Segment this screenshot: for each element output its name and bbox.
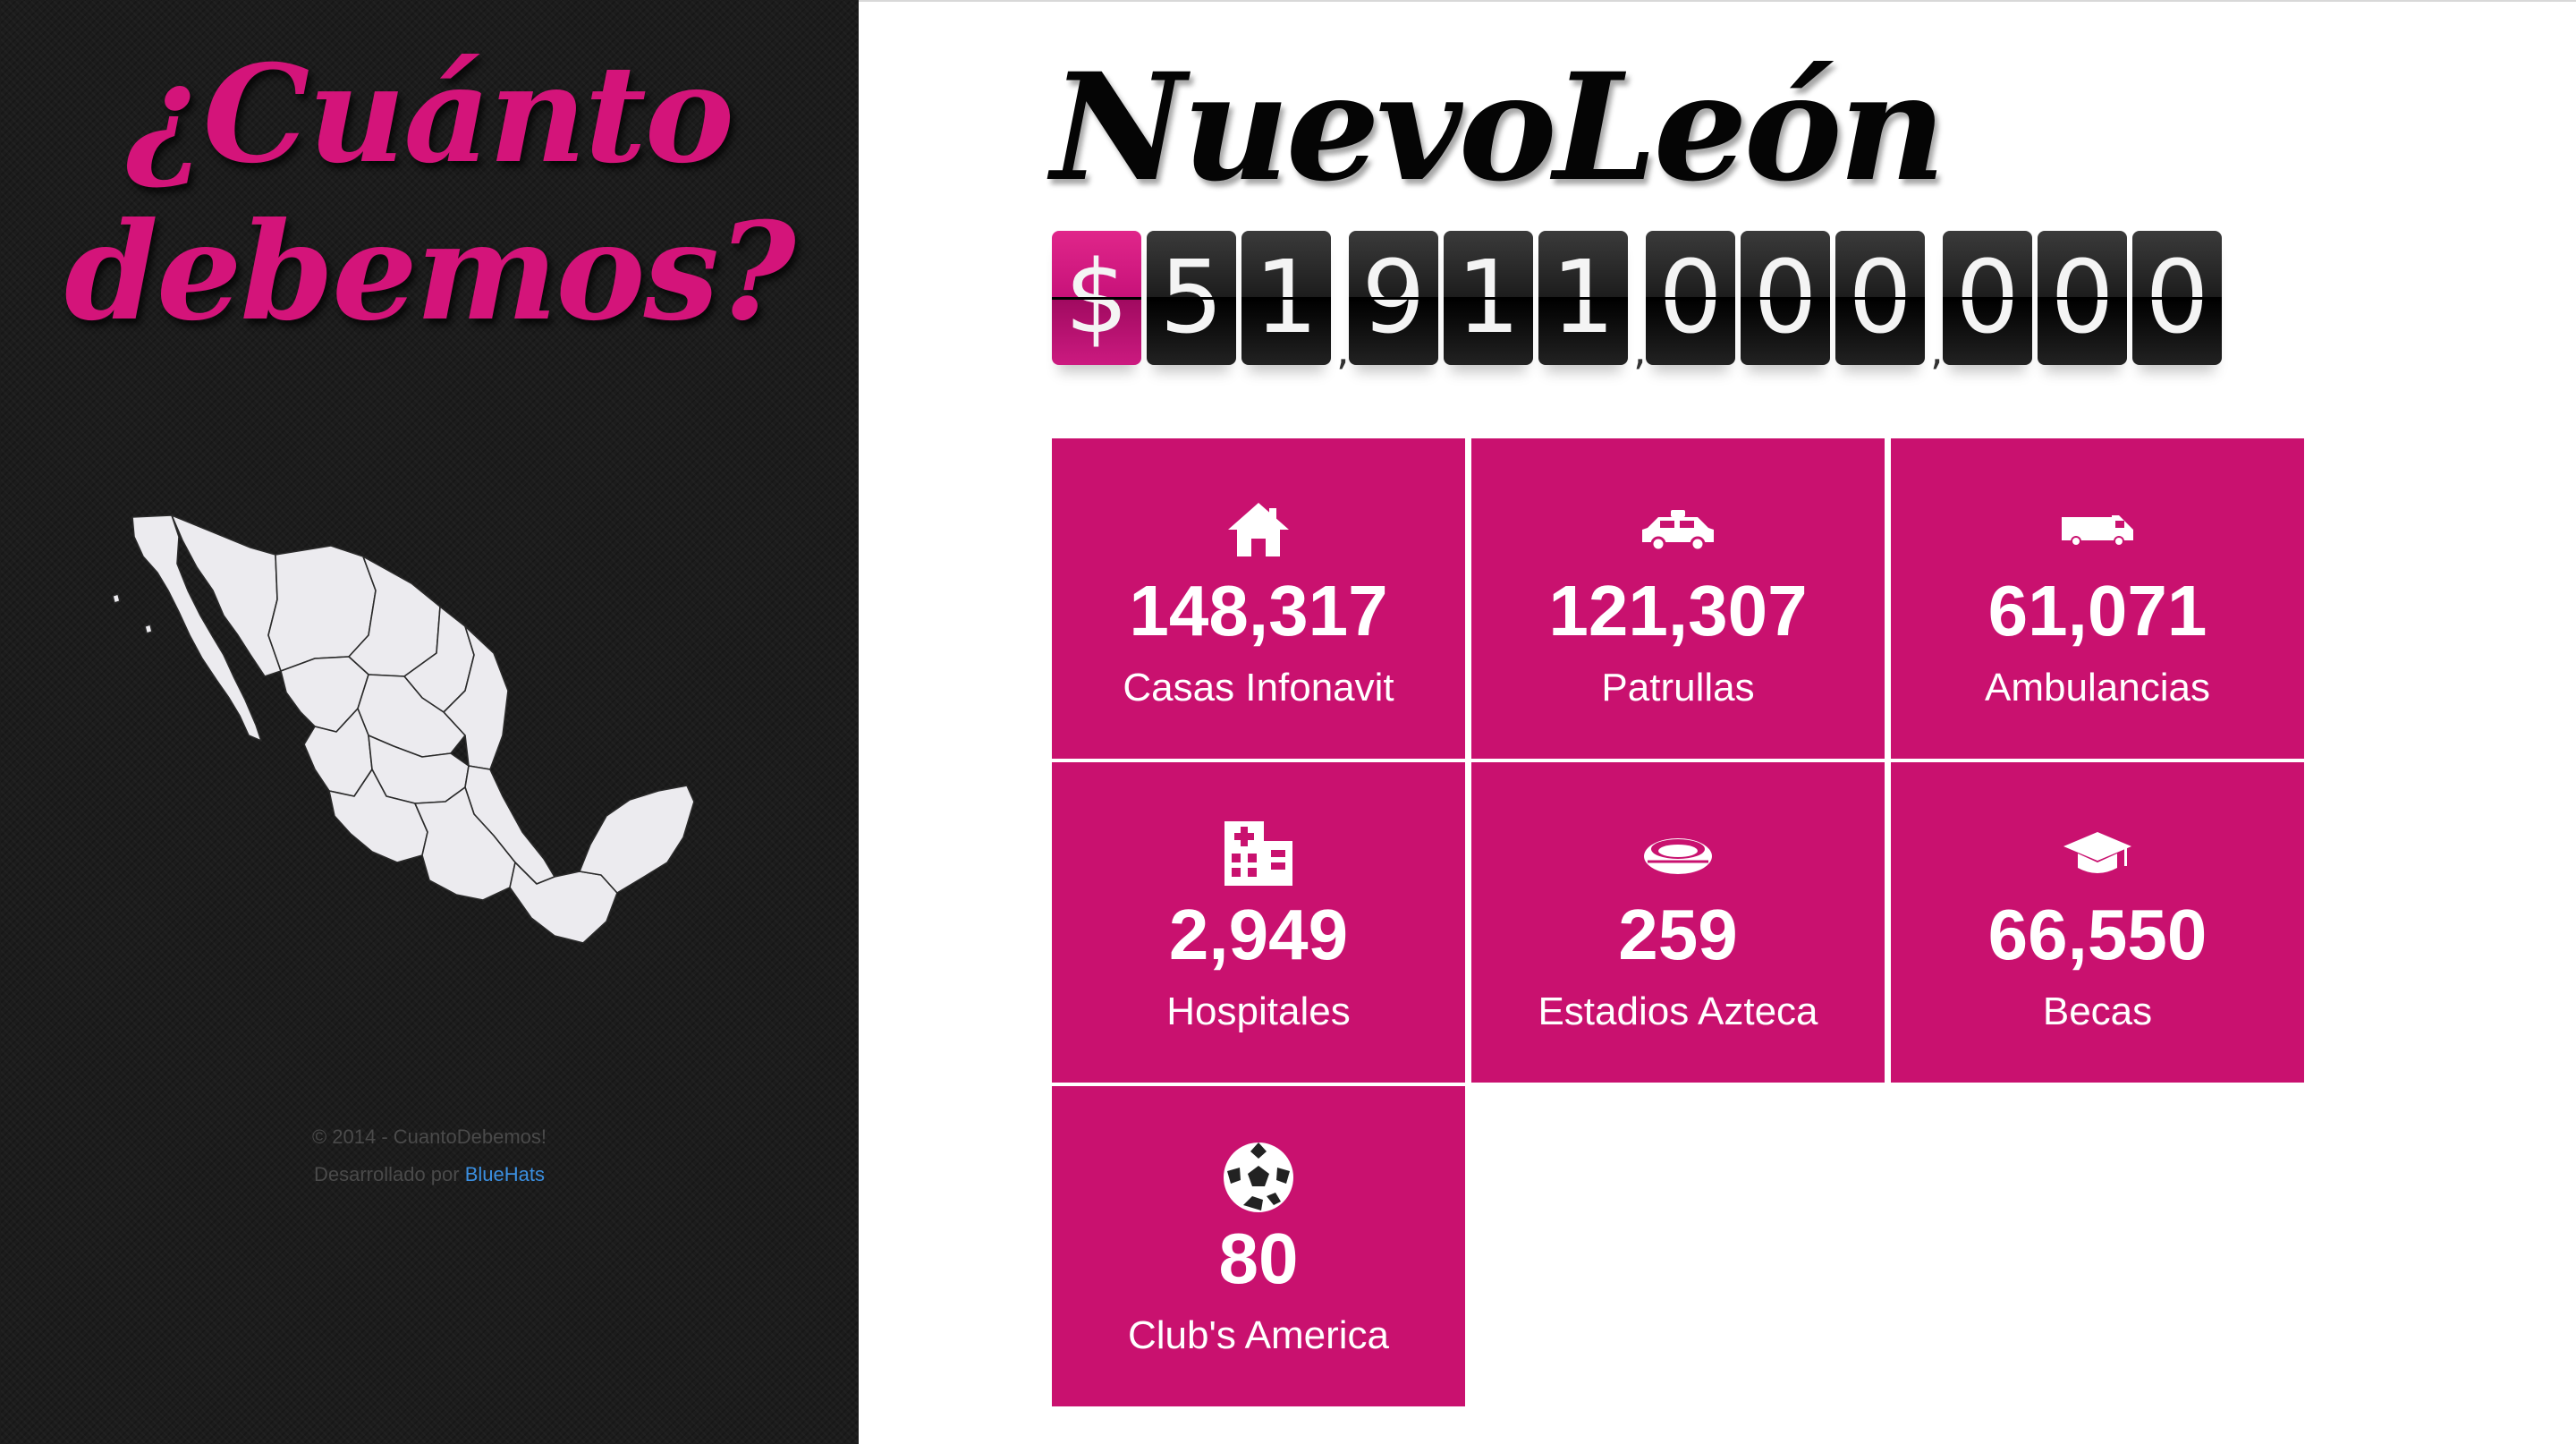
digit: 5 xyxy=(1159,240,1224,356)
digit-tile: 1 xyxy=(1444,231,1533,365)
digit: 0 xyxy=(1753,240,1818,356)
thousands-separator: , xyxy=(1930,231,1944,374)
digit: 0 xyxy=(2050,240,2114,356)
site-title-line-1: ¿Cuánto xyxy=(126,36,734,193)
digit: 1 xyxy=(1456,240,1521,356)
thousands-separator: , xyxy=(1633,231,1647,374)
digit: 0 xyxy=(1848,240,1912,356)
digit-tile: 1 xyxy=(1538,231,1628,365)
map-island xyxy=(112,593,121,604)
digit: 0 xyxy=(2145,240,2209,356)
map-island xyxy=(144,624,153,634)
stadium-icon xyxy=(1471,820,1885,888)
stat-label: Casas Infonavit xyxy=(1123,666,1394,709)
debt-counter: $ 5 1 , 9 1 1 , 0 0 0 , 0 0 0 xyxy=(1052,231,2227,410)
stat-label: Ambulancias xyxy=(1985,666,2210,709)
stat-value: 61,071 xyxy=(1987,571,2207,650)
digit: 0 xyxy=(1658,240,1723,356)
stat-label: Becas xyxy=(2042,990,2153,1033)
stat-label: Club's America xyxy=(1127,1313,1390,1357)
digit-tile: 0 xyxy=(2132,231,2222,365)
stat-label: Hospitales xyxy=(1166,990,1351,1033)
graduation-cap-icon xyxy=(1891,820,2304,888)
stat-value: 121,307 xyxy=(1548,571,1808,650)
stat-label: Estadios Azteca xyxy=(1538,990,1818,1033)
digit-tile: 0 xyxy=(2038,231,2127,365)
hospital-icon xyxy=(1052,820,1465,888)
stat-card-becas: 66,550 Becas xyxy=(1891,762,2304,1083)
separator-glyph: , xyxy=(1336,326,1350,374)
stat-card-hospitales: 2,949 Hospitales xyxy=(1052,762,1465,1083)
footer: © 2014 - CuantoDebemos! Desarrollado por… xyxy=(0,1118,859,1193)
site-title: ¿Cuánto debemos? xyxy=(0,36,859,351)
digit-tile: 0 xyxy=(1943,231,2032,365)
stat-value: 66,550 xyxy=(1987,895,2207,974)
digit: 1 xyxy=(1254,240,1318,356)
sidebar: ¿Cuánto debemos? © 2014 - CuantoDebemos!… xyxy=(0,0,859,1444)
digit: 1 xyxy=(1551,240,1615,356)
digit: 0 xyxy=(1955,240,2020,356)
thousands-separator: , xyxy=(1336,231,1350,374)
stat-value: 148,317 xyxy=(1129,571,1388,650)
main-content: NuevoLeón $ 5 1 , 9 1 1 , 0 0 0 , 0 0 0 … xyxy=(859,0,2576,1444)
mexico-map[interactable] xyxy=(89,501,751,966)
footer-dev-prefix: Desarrollado por xyxy=(313,1163,460,1185)
digit-tile: 1 xyxy=(1241,231,1331,365)
stat-card-club-america: 80 Club's America xyxy=(1052,1086,1465,1406)
separator-glyph: , xyxy=(1930,326,1944,374)
digit-tile: 0 xyxy=(1646,231,1735,365)
stat-value: 80 xyxy=(1218,1219,1299,1298)
soccer-ball-icon xyxy=(1052,1141,1465,1214)
state-name: NuevoLeón xyxy=(1051,40,1946,214)
stat-card-estadios: 259 Estadios Azteca xyxy=(1471,762,1885,1083)
stat-card-patrullas: 121,307 Patrullas xyxy=(1471,438,1885,759)
separator-glyph: , xyxy=(1633,326,1647,374)
police-car-icon xyxy=(1471,496,1885,564)
bluehats-link[interactable]: BlueHats xyxy=(465,1163,545,1185)
house-icon xyxy=(1052,496,1465,564)
footer-copyright: © 2014 - CuantoDebemos! xyxy=(311,1125,547,1148)
stat-value: 2,949 xyxy=(1168,895,1349,974)
stat-label: Patrullas xyxy=(1601,666,1755,709)
currency-symbol: $ xyxy=(1064,240,1129,356)
ambulance-icon xyxy=(1891,496,2304,564)
digit-tile: 0 xyxy=(1835,231,1925,365)
site-title-line-2: debemos? xyxy=(64,193,796,351)
digit-tile: 5 xyxy=(1147,231,1236,365)
digit-tile: 9 xyxy=(1349,231,1438,365)
digit: 9 xyxy=(1361,240,1426,356)
stat-value: 259 xyxy=(1618,895,1738,974)
stat-card-ambulancias: 61,071 Ambulancias xyxy=(1891,438,2304,759)
stat-card-casas: 148,317 Casas Infonavit xyxy=(1052,438,1465,759)
digit-tile: 0 xyxy=(1741,231,1830,365)
footer-credits: Desarrollado por BlueHats xyxy=(0,1156,859,1193)
currency-tile: $ xyxy=(1052,231,1141,365)
